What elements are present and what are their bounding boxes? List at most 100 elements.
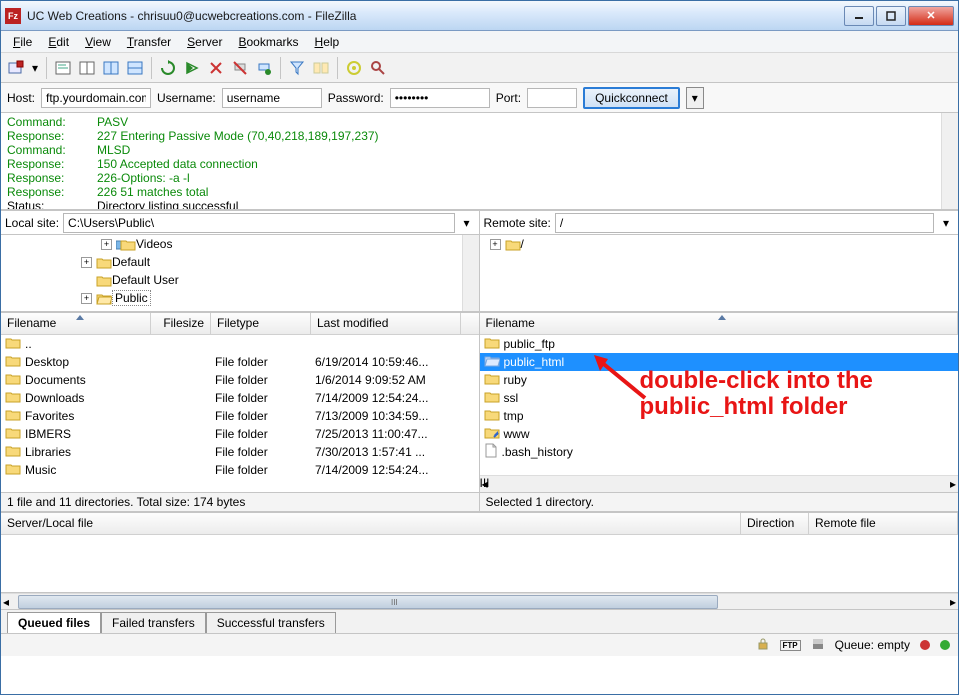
list-item[interactable]: IBMERSFile folder7/25/2013 11:00:47...: [1, 425, 479, 443]
message-log[interactable]: Command:PASVResponse:227 Entering Passiv…: [1, 113, 958, 211]
queue-indicator-icon[interactable]: [811, 637, 825, 654]
local-col-filetype[interactable]: Filetype: [211, 313, 311, 334]
local-tree-scrollbar[interactable]: [462, 235, 479, 311]
toggle-queue-icon[interactable]: [124, 57, 146, 79]
expand-icon[interactable]: +: [81, 293, 92, 304]
col-server-local-file[interactable]: Server/Local file: [1, 513, 741, 534]
list-item[interactable]: DesktopFile folder6/19/2014 10:59:46...: [1, 353, 479, 371]
local-file-list[interactable]: FilenameFilesizeFiletypeLast modified ..…: [1, 313, 480, 492]
list-item[interactable]: DocumentsFile folder1/6/2014 9:09:52 AM: [1, 371, 479, 389]
menu-server[interactable]: Server: [179, 32, 230, 52]
close-button[interactable]: ✕: [908, 6, 954, 26]
local-col-filename[interactable]: Filename: [1, 313, 151, 334]
transfer-mode-icon[interactable]: FTP: [780, 640, 801, 651]
host-input[interactable]: [41, 88, 151, 108]
menu-bar: File Edit View Transfer Server Bookmarks…: [1, 31, 958, 53]
toggle-log-icon[interactable]: [52, 57, 74, 79]
local-site-input[interactable]: [63, 213, 454, 233]
local-site-dropdown-icon[interactable]: ▾: [459, 216, 475, 230]
tab-successful-transfers[interactable]: Successful transfers: [206, 612, 336, 633]
expand-icon[interactable]: +: [81, 257, 92, 268]
activity-led-1-icon: [920, 640, 930, 650]
list-item[interactable]: DownloadsFile folder7/14/2009 12:54:24..…: [1, 389, 479, 407]
quickconnect-dropdown-icon[interactable]: ▾: [686, 87, 704, 109]
minimize-button[interactable]: [844, 6, 874, 26]
toolbar: ▾: [1, 53, 958, 83]
app-icon: Fz: [5, 8, 21, 24]
password-input[interactable]: [390, 88, 490, 108]
remote-tree[interactable]: +/: [480, 235, 959, 311]
expand-icon[interactable]: +: [101, 239, 112, 250]
port-input[interactable]: [527, 88, 577, 108]
col-direction[interactable]: Direction: [741, 513, 809, 534]
toggle-tree-icon[interactable]: [76, 57, 98, 79]
remote-col-filename[interactable]: Filename: [480, 313, 959, 334]
filter-icon[interactable]: [286, 57, 308, 79]
sync-browse-icon[interactable]: [343, 57, 365, 79]
remote-list-hscrollbar[interactable]: ◂ ▸ III: [480, 475, 959, 492]
process-queue-icon[interactable]: [181, 57, 203, 79]
folder-icon: [484, 390, 500, 406]
expand-icon[interactable]: +: [490, 239, 501, 250]
local-col-filesize[interactable]: Filesize: [151, 313, 211, 334]
transfer-hscrollbar[interactable]: ◂ III ▸: [1, 593, 958, 610]
link-icon: [484, 426, 500, 442]
list-item[interactable]: public_ftp: [480, 335, 959, 353]
menu-help[interactable]: Help: [307, 32, 348, 52]
log-scrollbar[interactable]: [941, 113, 958, 209]
sort-asc-icon: [76, 315, 84, 320]
local-col-last-modified[interactable]: Last modified: [311, 313, 461, 334]
list-item[interactable]: LibrariesFile folder7/30/2013 1:57:41 ..…: [1, 443, 479, 461]
list-item[interactable]: MusicFile folder7/14/2009 12:54:24...: [1, 461, 479, 479]
port-label: Port:: [496, 91, 521, 105]
folder-icon: [5, 336, 21, 352]
folder-icon: [5, 408, 21, 424]
tree-item[interactable]: +Videos: [1, 235, 479, 253]
folder-open-icon: [484, 354, 500, 370]
quickconnect-button[interactable]: Quickconnect: [583, 87, 680, 109]
reconnect-icon[interactable]: [253, 57, 275, 79]
cancel-icon[interactable]: [205, 57, 227, 79]
disconnect-icon[interactable]: [229, 57, 251, 79]
compare-icon[interactable]: [310, 57, 332, 79]
list-item[interactable]: .bash_history: [480, 443, 959, 461]
menu-view[interactable]: View: [77, 32, 119, 52]
menu-transfer[interactable]: Transfer: [119, 32, 179, 52]
toggle-remote-tree-icon[interactable]: [100, 57, 122, 79]
site-manager-dropdown-icon[interactable]: ▾: [29, 57, 41, 79]
remote-site-dropdown-icon[interactable]: ▾: [938, 216, 954, 230]
encryption-icon[interactable]: [756, 637, 770, 654]
site-manager-icon[interactable]: [5, 57, 27, 79]
list-item[interactable]: public_html: [480, 353, 959, 371]
local-tree[interactable]: +Videos+DefaultDefault User+Public: [1, 235, 480, 311]
menu-bookmarks[interactable]: Bookmarks: [230, 32, 306, 52]
tree-item[interactable]: +/: [480, 235, 959, 253]
tree-item[interactable]: Default User: [1, 271, 479, 289]
username-input[interactable]: [222, 88, 322, 108]
maximize-button[interactable]: [876, 6, 906, 26]
username-label: Username:: [157, 91, 216, 105]
remote-site-input[interactable]: [555, 213, 934, 233]
list-item[interactable]: FavoritesFile folder7/13/2009 10:34:59..…: [1, 407, 479, 425]
tab-queued-files[interactable]: Queued files: [7, 612, 101, 633]
list-item[interactable]: ssl: [480, 389, 959, 407]
tree-item[interactable]: +Default: [1, 253, 479, 271]
menu-edit[interactable]: Edit: [40, 32, 77, 52]
activity-led-2-icon: [940, 640, 950, 650]
window-titlebar: Fz UC Web Creations - chrisuu0@ucwebcrea…: [1, 1, 958, 31]
queue-status: Queue: empty: [835, 638, 910, 652]
transfer-queue[interactable]: Server/Local file Direction Remote file: [1, 513, 958, 593]
local-site-label: Local site:: [5, 216, 59, 230]
list-item[interactable]: ..: [1, 335, 479, 353]
menu-file[interactable]: File: [5, 32, 40, 52]
list-item[interactable]: tmp: [480, 407, 959, 425]
refresh-icon[interactable]: [157, 57, 179, 79]
list-item[interactable]: www: [480, 425, 959, 443]
remote-file-list[interactable]: Filename public_ftppublic_htmlrubyssltmp…: [480, 313, 959, 492]
tab-failed-transfers[interactable]: Failed transfers: [101, 612, 206, 633]
search-icon[interactable]: [367, 57, 389, 79]
tree-item[interactable]: +Public: [1, 289, 479, 307]
quickconnect-bar: Host: Username: Password: Port: Quickcon…: [1, 83, 958, 113]
list-item[interactable]: ruby: [480, 371, 959, 389]
col-remote-file[interactable]: Remote file: [809, 513, 958, 534]
